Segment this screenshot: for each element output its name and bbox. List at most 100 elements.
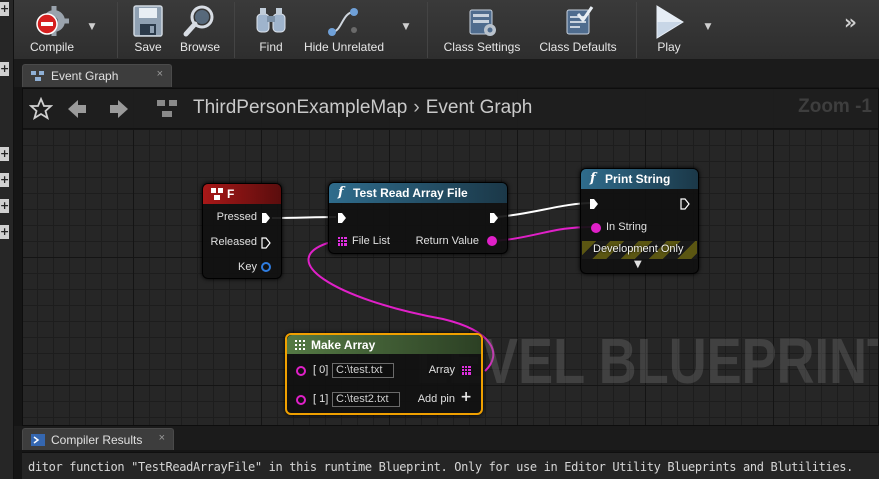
browse-button[interactable]: Browse: [174, 0, 226, 60]
array-pin-file-list[interactable]: [338, 237, 347, 246]
node-header: Make Array: [287, 335, 481, 354]
node-make-array[interactable]: Make Array [ 0] C:\test.txt [ 1] C:\test…: [285, 333, 483, 415]
console-icon: [31, 434, 45, 446]
find-icon: [256, 8, 286, 33]
browse-icon: [183, 5, 214, 37]
browse-label: Browse: [179, 40, 220, 54]
compile-icon: [36, 6, 69, 36]
breadcrumb-current: Event Graph: [425, 97, 533, 118]
development-only-banner: Development Only: [582, 241, 697, 259]
node-f-key-event[interactable]: F Pressed Released Key: [202, 183, 282, 279]
make-array-icon: [295, 340, 305, 350]
tab-event-graph[interactable]: Event Graph ×: [22, 64, 172, 87]
key-event-icon: [211, 188, 223, 200]
document-tab-bar: Event Graph ×: [14, 60, 879, 87]
hide-unrelated-chevron-icon[interactable]: ▼: [401, 22, 411, 32]
class-settings-icon: [469, 9, 496, 36]
toolbar: Compile ▼ Save Browse Find Hide Unrelate…: [14, 0, 879, 60]
hide-unrelated-label: Hide Unrelated: [303, 40, 385, 54]
back-arrow-icon[interactable]: [65, 97, 89, 121]
graph-icon: [157, 100, 177, 117]
toolbar-overflow-icon[interactable]: »: [844, 10, 857, 34]
toolbar-separator: [234, 2, 235, 58]
toolbar-separator: [427, 2, 428, 58]
pin-label-index-0: [ 0]: [313, 364, 329, 376]
tab-label: Event Graph: [51, 69, 119, 83]
array-element-0-input[interactable]: C:\test.txt: [332, 363, 394, 378]
compile-button[interactable]: Compile: [18, 0, 86, 60]
add-pin-plus-icon[interactable]: +: [460, 389, 472, 405]
pin-label-pressed: Pressed: [216, 211, 257, 223]
play-options-chevron-icon[interactable]: ▼: [703, 22, 713, 32]
left-panel-strip: + + + + + +: [0, 0, 14, 479]
exec-pin-out[interactable]: [489, 212, 499, 224]
class-defaults-icon: [566, 6, 594, 35]
play-button[interactable]: Play: [644, 0, 694, 60]
data-pin-key[interactable]: [261, 262, 271, 272]
node-title: Print String: [605, 172, 671, 186]
tab-label: Compiler Results: [51, 433, 143, 447]
star-icon[interactable]: [29, 97, 53, 121]
find-button[interactable]: Find: [246, 0, 296, 60]
exec-pin-in[interactable]: [337, 212, 347, 224]
toolbar-separator: [117, 2, 118, 58]
expand-icon[interactable]: +: [0, 199, 9, 213]
forward-arrow-icon[interactable]: [107, 97, 131, 121]
expand-icon[interactable]: +: [0, 2, 9, 16]
exec-pin-pressed[interactable]: [261, 212, 271, 224]
compiler-results-log: ditor function "TestReadArrayFile" in th…: [22, 452, 879, 479]
class-defaults-button[interactable]: Class Defaults: [532, 0, 624, 60]
tab-compiler-results[interactable]: Compiler Results ×: [22, 428, 174, 450]
pin-label-array: Array: [428, 364, 455, 376]
save-icon: [133, 5, 163, 37]
expand-icon[interactable]: +: [0, 173, 9, 187]
string-pin-in-string[interactable]: [591, 223, 601, 233]
exec-pin-out[interactable]: [680, 198, 690, 210]
compile-options-chevron-icon[interactable]: ▼: [87, 22, 97, 32]
pin-label-return-value: Return Value: [415, 235, 479, 247]
string-pin-index-0[interactable]: [296, 366, 306, 376]
level-blueprint-watermark: LEVEL BLUEPRINT: [416, 325, 879, 397]
development-only-label: Development Only: [593, 243, 684, 255]
function-icon: f: [338, 185, 344, 200]
add-pin-button[interactable]: Add pin: [418, 393, 455, 405]
class-defaults-label: Class Defaults: [539, 40, 617, 54]
bottom-tab-bar: Compiler Results ×: [14, 426, 879, 450]
play-label: Play: [657, 40, 681, 54]
node-print-string[interactable]: f Print String In String Development Onl…: [580, 168, 699, 274]
zoom-level: Zoom -1: [798, 96, 872, 117]
pin-label-key: Key: [238, 261, 257, 273]
node-test-read-array-file[interactable]: f Test Read Array File File List Return …: [328, 182, 508, 254]
function-icon: f: [590, 171, 596, 186]
node-title: Make Array: [311, 338, 376, 352]
string-pin-index-1[interactable]: [296, 395, 306, 405]
find-label: Find: [259, 40, 283, 54]
expand-icon[interactable]: +: [0, 225, 9, 239]
exec-pin-in[interactable]: [589, 198, 599, 210]
class-settings-label: Class Settings: [443, 40, 521, 54]
close-icon[interactable]: ×: [157, 68, 163, 80]
exec-pin-released[interactable]: [261, 237, 271, 249]
hide-unrelated-button[interactable]: Hide Unrelated: [300, 0, 388, 60]
expand-icon[interactable]: +: [0, 147, 9, 161]
expand-chevron-down-icon[interactable]: ▼: [634, 259, 642, 270]
blueprint-graph-canvas[interactable]: ThirdPersonExampleMap › Event Graph Zoom -…: [22, 88, 879, 426]
string-pin-return-value[interactable]: [487, 236, 497, 246]
array-element-1-input[interactable]: C:\test2.txt: [332, 392, 400, 407]
pin-label-released: Released: [210, 236, 257, 248]
compiler-message[interactable]: ditor function "TestReadArrayFile" in th…: [28, 460, 853, 474]
hide-unrelated-icon: [328, 8, 358, 36]
save-button[interactable]: Save: [123, 0, 173, 60]
node-title: F: [227, 187, 235, 201]
breadcrumb-map-link[interactable]: ThirdPersonExampleMap: [193, 97, 407, 118]
breadcrumb-separator: ›: [413, 97, 420, 118]
graph-icon: [31, 71, 44, 81]
array-pin-output[interactable]: [462, 366, 471, 375]
node-header: F: [203, 184, 281, 204]
breadcrumb: ThirdPersonExampleMap › Event Graph: [193, 97, 532, 119]
close-icon[interactable]: ×: [159, 432, 165, 444]
save-label: Save: [134, 40, 162, 54]
expand-icon[interactable]: +: [0, 62, 9, 76]
node-header: f Test Read Array File: [329, 183, 507, 203]
class-settings-button[interactable]: Class Settings: [440, 0, 524, 60]
